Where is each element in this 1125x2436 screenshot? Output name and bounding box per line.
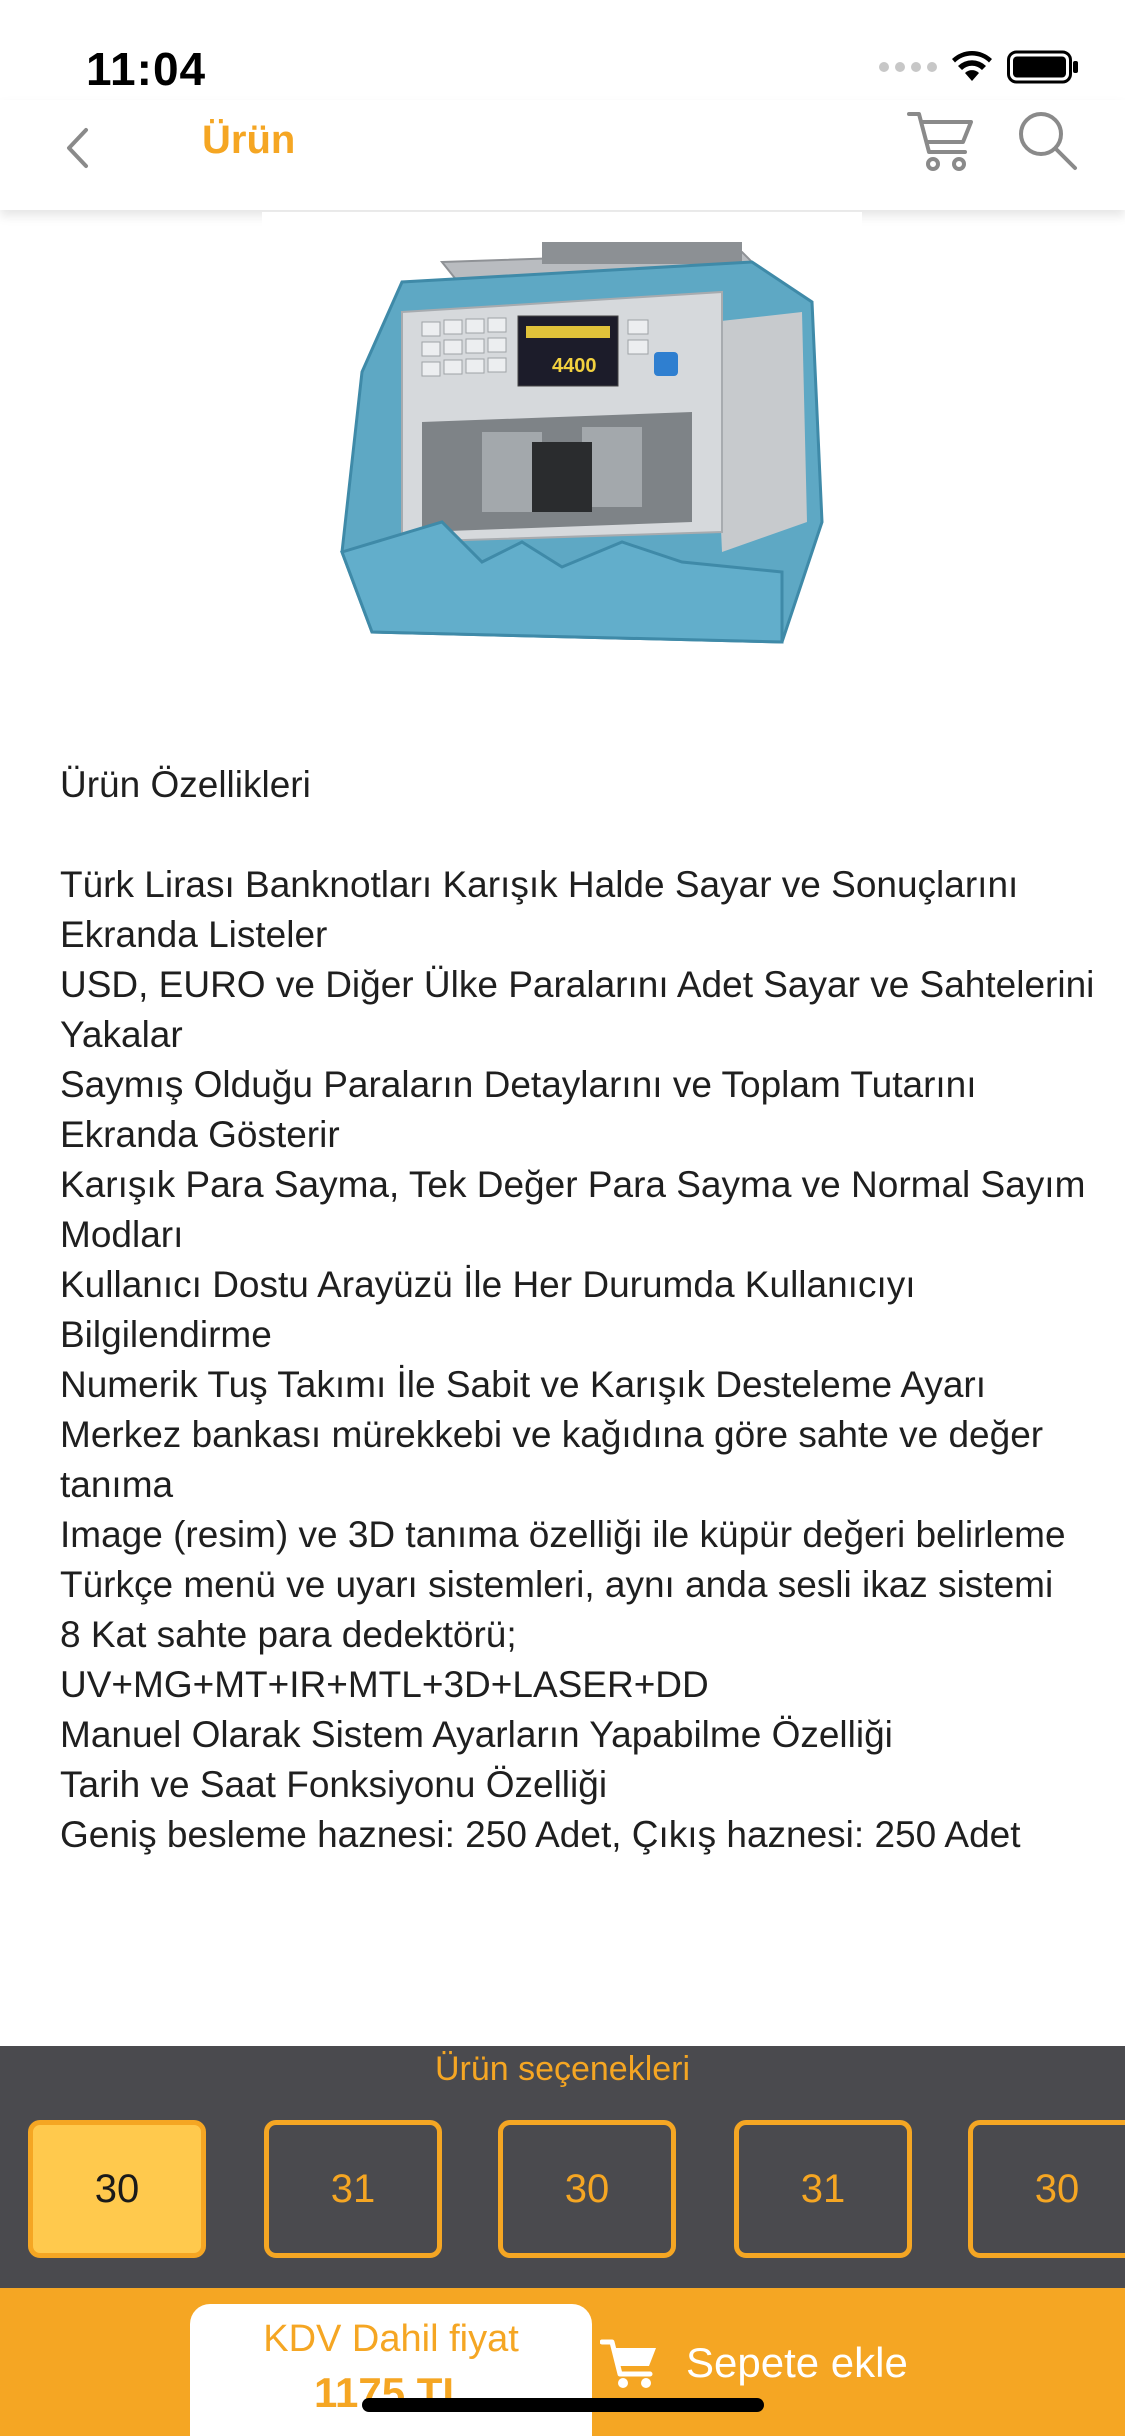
feature-line: Türkçe menü ve uyarı sistemleri, aynı an…	[60, 1564, 1054, 1605]
search-button[interactable]	[1013, 106, 1081, 174]
feature-line: Numerik Tuş Takımı İle Sabit ve Karışık …	[60, 1364, 987, 1405]
cart-icon	[907, 112, 973, 171]
price-box: KDV Dahil fiyat 1175 TL	[190, 2304, 592, 2436]
feature-line: Saymış Olduğu Paraların Detaylarını ve T…	[60, 1064, 977, 1155]
feature-line: Image (resim) ve 3D tanıma özelliği ile …	[60, 1514, 1066, 1555]
add-to-cart-label: Sepete ekle	[686, 2339, 908, 2386]
feature-line: Türk Lirası Banknotları Karışık Halde Sa…	[60, 864, 1019, 955]
search-icon	[1019, 112, 1077, 170]
feature-line: Kullanıcı Dostu Arayüzü İle Her Durumda …	[60, 1264, 916, 1355]
product-description: Ürün Özellikleri Türk Lirası Banknotları…	[60, 760, 1120, 1860]
feature-line: Karışık Para Sayma, Tek Değer Para Sayma…	[60, 1164, 1086, 1255]
option-item[interactable]: 30	[968, 2120, 1125, 2258]
home-indicator	[362, 2398, 764, 2412]
feature-line: USD, EURO ve Diğer Ülke Paralarını Adet …	[60, 964, 1095, 1055]
chevron-left-icon	[67, 128, 88, 168]
option-item[interactable]: 31	[264, 2120, 442, 2258]
cart-button[interactable]	[905, 104, 977, 176]
status-indicators	[879, 50, 1079, 84]
description-title: Ürün Özellikleri	[60, 764, 311, 805]
wifi-icon	[951, 51, 993, 83]
battery-icon	[1007, 50, 1079, 84]
option-item[interactable]: 31	[734, 2120, 912, 2258]
feature-line: Manuel Olarak Sistem Ayarların Yapabilme…	[60, 1714, 893, 1755]
page-title: Ürün	[202, 118, 296, 162]
svg-text:4400: 4400	[552, 355, 597, 377]
options-title: Ürün seçenekleri	[434, 2050, 691, 2088]
feature-line: Merkez bankası mürekkebi ve kağıdına gör…	[60, 1414, 1044, 1505]
cellular-signal-icon	[879, 62, 937, 72]
product-image: 4400	[262, 212, 862, 672]
feature-line: Tarih ve Saat Fonksiyonu Özelliği	[60, 1764, 608, 1805]
feature-line: Geniş besleme haznesi: 250 Adet, Çıkış h…	[60, 1814, 1021, 1855]
cart-icon	[600, 2339, 656, 2388]
back-button[interactable]	[52, 118, 102, 178]
status-time: 11:04	[86, 43, 207, 95]
feature-line: 8 Kat sahte para dedektörü; UV+MG+MT+IR+…	[60, 1614, 709, 1705]
option-item[interactable]: 30	[498, 2120, 676, 2258]
navigation-bar: Ürün	[0, 100, 1125, 210]
add-to-cart-button[interactable]: Sepete ekle	[600, 2318, 908, 2408]
price-label: KDV Dahil fiyat	[263, 2318, 519, 2360]
option-item-selected[interactable]: 30	[28, 2120, 206, 2258]
